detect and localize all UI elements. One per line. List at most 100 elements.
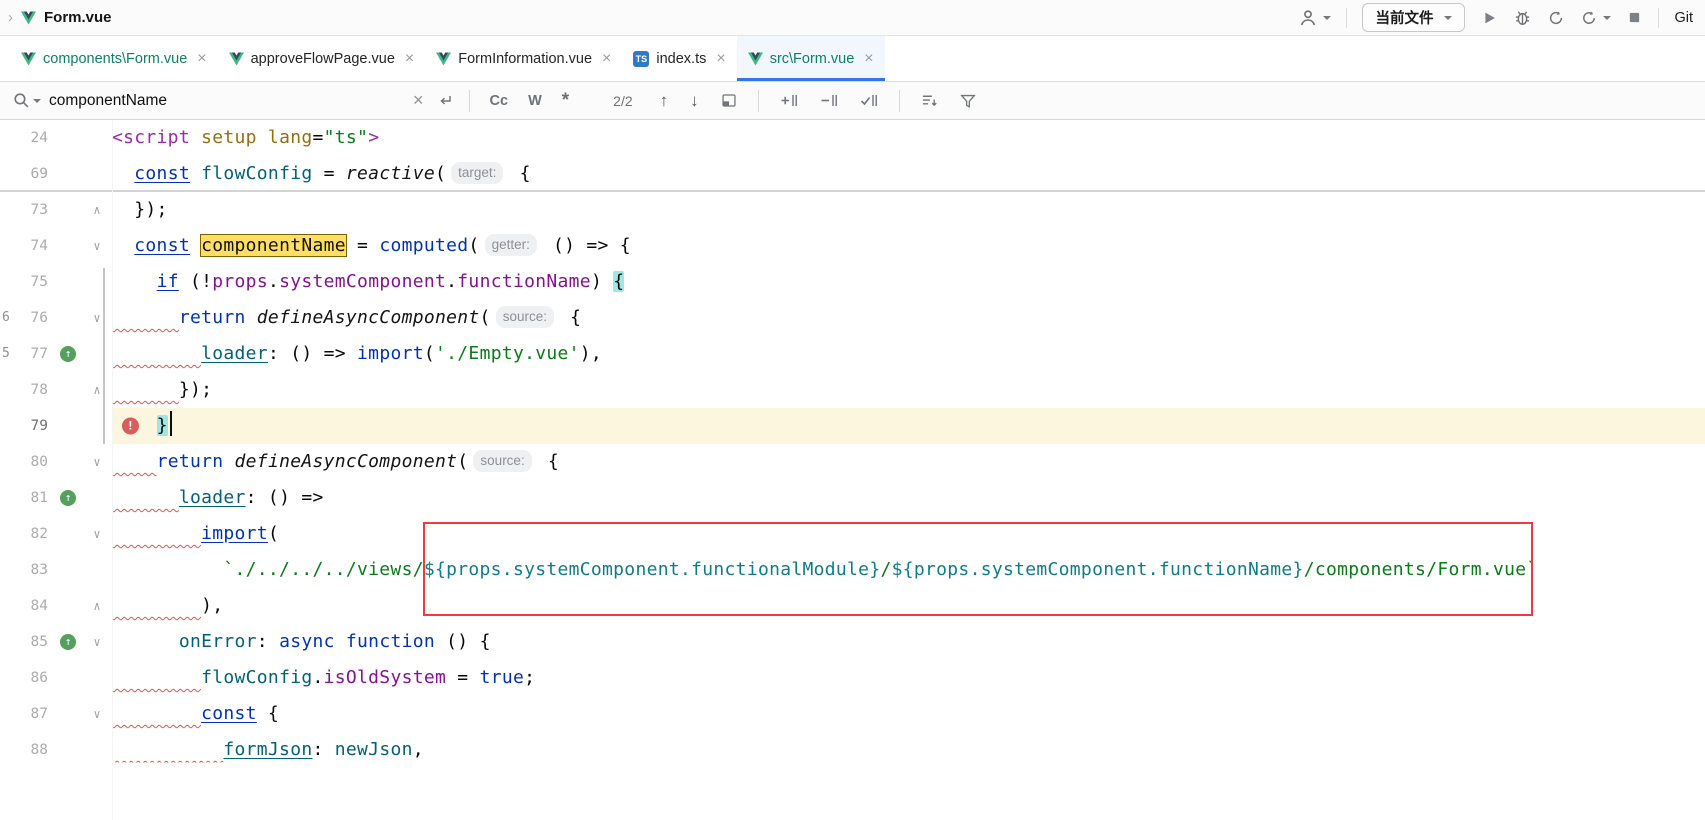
- code-line-24[interactable]: 24<script setup lang="ts">: [0, 120, 1705, 156]
- bug-icon: [1513, 8, 1532, 27]
- fold-marker: [84, 120, 110, 156]
- tab-approveflowpage.vue[interactable]: approveFlowPage.vue ×: [218, 36, 426, 81]
- code-line-74[interactable]: 74∨ const componentName = computed(gette…: [0, 228, 1705, 264]
- code-line-76[interactable]: 76∨ return defineAsyncComponent(source: …: [0, 300, 1705, 336]
- code-text[interactable]: const componentName = computed(getter: (…: [112, 228, 1705, 264]
- user-menu-button[interactable]: [1298, 8, 1331, 28]
- code-text[interactable]: loader: () =>: [112, 480, 1705, 516]
- gutter-arrow-icon[interactable]: ↑: [60, 490, 76, 506]
- coverage-button[interactable]: [1547, 9, 1565, 27]
- prev-occurrence-button[interactable]: ↑: [653, 89, 676, 113]
- code-text[interactable]: <script setup lang="ts">: [112, 120, 1705, 156]
- code-text[interactable]: onError: async function () {: [112, 624, 1705, 660]
- clear-search-icon[interactable]: ×: [409, 90, 428, 111]
- regex-toggle[interactable]: *: [556, 94, 575, 108]
- add-occurrence-button[interactable]: [773, 92, 805, 109]
- tab-forminformation.vue[interactable]: FormInformation.vue ×: [425, 36, 622, 81]
- tab-index.ts[interactable]: TSindex.ts×: [622, 36, 736, 81]
- run-config-selector[interactable]: 当前文件: [1362, 3, 1465, 32]
- tab-close-icon[interactable]: ×: [602, 50, 611, 68]
- code-line-73[interactable]: 73∧ });: [0, 192, 1705, 228]
- chevron-down-icon: [33, 99, 41, 103]
- gutter-arrow-icon[interactable]: ↑: [60, 634, 76, 650]
- search-icon: [12, 91, 31, 110]
- code-text[interactable]: return defineAsyncComponent(source: {: [112, 444, 1705, 480]
- user-icon: [1298, 8, 1318, 28]
- line-number: 80: [0, 444, 52, 480]
- insert-newline-icon[interactable]: [436, 92, 455, 110]
- code-line-85[interactable]: 85↑∨ onError: async function () {: [0, 624, 1705, 660]
- fold-marker[interactable]: ∨: [84, 696, 110, 732]
- fold-marker[interactable]: ∧: [84, 192, 110, 228]
- code-line-75[interactable]: 75 if (!props.systemComponent.functionNa…: [0, 264, 1705, 300]
- match-case-toggle[interactable]: Cc: [484, 91, 515, 111]
- fold-marker[interactable]: ∨: [84, 444, 110, 480]
- fold-marker[interactable]: ∨: [84, 624, 110, 660]
- code-text[interactable]: loader: () => import('./Empty.vue'),: [112, 336, 1705, 372]
- window-title: Form.vue: [44, 9, 112, 26]
- next-occurrence-button[interactable]: ↓: [683, 89, 706, 113]
- code-text[interactable]: });: [112, 192, 1705, 228]
- tab-close-icon[interactable]: ×: [864, 50, 873, 68]
- fold-marker[interactable]: ∧: [84, 372, 110, 408]
- code-line-77[interactable]: 77↑ loader: () => import('./Empty.vue'),: [0, 336, 1705, 372]
- code-text[interactable]: const flowConfig = reactive(target: {: [112, 156, 1705, 190]
- rerun-button[interactable]: [1580, 9, 1611, 27]
- code-line-86[interactable]: 86 flowConfig.isOldSystem = true;: [0, 660, 1705, 696]
- tab-label: FormInformation.vue: [458, 51, 592, 67]
- git-widget[interactable]: Git: [1674, 10, 1693, 26]
- whole-words-toggle[interactable]: W: [522, 91, 548, 111]
- fold-marker[interactable]: ∧: [84, 588, 110, 624]
- tab-src-form.vue[interactable]: src\Form.vue ×: [737, 36, 885, 81]
- fold-marker[interactable]: ∨: [84, 300, 110, 336]
- tab-components-form.vue[interactable]: components\Form.vue ×: [10, 36, 218, 81]
- search-options-button[interactable]: [12, 91, 41, 110]
- search-scope-button[interactable]: [914, 92, 945, 109]
- tab-label: components\Form.vue: [43, 51, 187, 67]
- filter-button[interactable]: [953, 92, 983, 109]
- code-text[interactable]: });: [112, 372, 1705, 408]
- code-line-88[interactable]: 88 formJson: newJson,: [0, 732, 1705, 768]
- code-text[interactable]: return defineAsyncComponent(source: {: [112, 300, 1705, 336]
- annotation-rectangle: [423, 522, 1533, 616]
- tab-label: src\Form.vue: [770, 51, 855, 67]
- gutter: 79: [0, 408, 112, 444]
- remove-occurrence-button[interactable]: [813, 92, 845, 109]
- fold-marker[interactable]: ∨: [84, 516, 110, 552]
- search-input[interactable]: [49, 92, 401, 110]
- code-text[interactable]: flowConfig.isOldSystem = true;: [112, 660, 1705, 696]
- code-line-81[interactable]: 81↑ loader: () =>: [0, 480, 1705, 516]
- line-number: 82: [0, 516, 52, 552]
- open-in-find-window-button[interactable]: [714, 92, 744, 109]
- code-line-79[interactable]: 79! }: [0, 408, 1705, 444]
- vue-icon: [21, 11, 36, 25]
- run-button[interactable]: [1480, 9, 1498, 27]
- fold-marker[interactable]: ∨: [84, 228, 110, 264]
- code-line-87[interactable]: 87∨ const {: [0, 696, 1705, 732]
- fold-marker: [84, 264, 110, 300]
- breadcrumb-chevron-icon[interactable]: ›: [8, 9, 13, 26]
- code-text[interactable]: formJson: newJson,: [112, 732, 1705, 768]
- stop-button[interactable]: [1626, 9, 1643, 26]
- select-all-occurrences-button[interactable]: [853, 92, 885, 109]
- tab-list: components\Form.vue × approveFlowPage.vue ×…: [10, 36, 885, 81]
- tab-close-icon[interactable]: ×: [405, 50, 414, 68]
- editor[interactable]: 24<script setup lang="ts">69 const flowC…: [0, 120, 1705, 820]
- code-line-78[interactable]: 78∧ });: [0, 372, 1705, 408]
- debug-button[interactable]: [1513, 8, 1532, 27]
- code-text[interactable]: ! }: [112, 408, 1705, 444]
- tab-label: approveFlowPage.vue: [251, 51, 395, 67]
- tab-close-icon[interactable]: ×: [197, 50, 206, 68]
- edge-mark: 6: [2, 309, 10, 327]
- fold-marker: [84, 480, 110, 516]
- find-bar: × Cc W * 2/2 ↑ ↓: [0, 82, 1705, 120]
- gutter: 85↑∨: [0, 624, 112, 660]
- code-text[interactable]: const {: [112, 696, 1705, 732]
- tab-close-icon[interactable]: ×: [716, 50, 725, 68]
- code-text[interactable]: if (!props.systemComponent.functionName)…: [112, 264, 1705, 300]
- chevron-down-icon: [1603, 16, 1611, 20]
- fold-scope-line: [103, 268, 105, 444]
- code-line-80[interactable]: 80 ∨ return defineAsyncComponent(source: …: [0, 444, 1705, 480]
- gutter-arrow-icon[interactable]: ↑: [60, 346, 76, 362]
- code-line-69[interactable]: 69 const flowConfig = reactive(target: {: [0, 156, 1705, 192]
